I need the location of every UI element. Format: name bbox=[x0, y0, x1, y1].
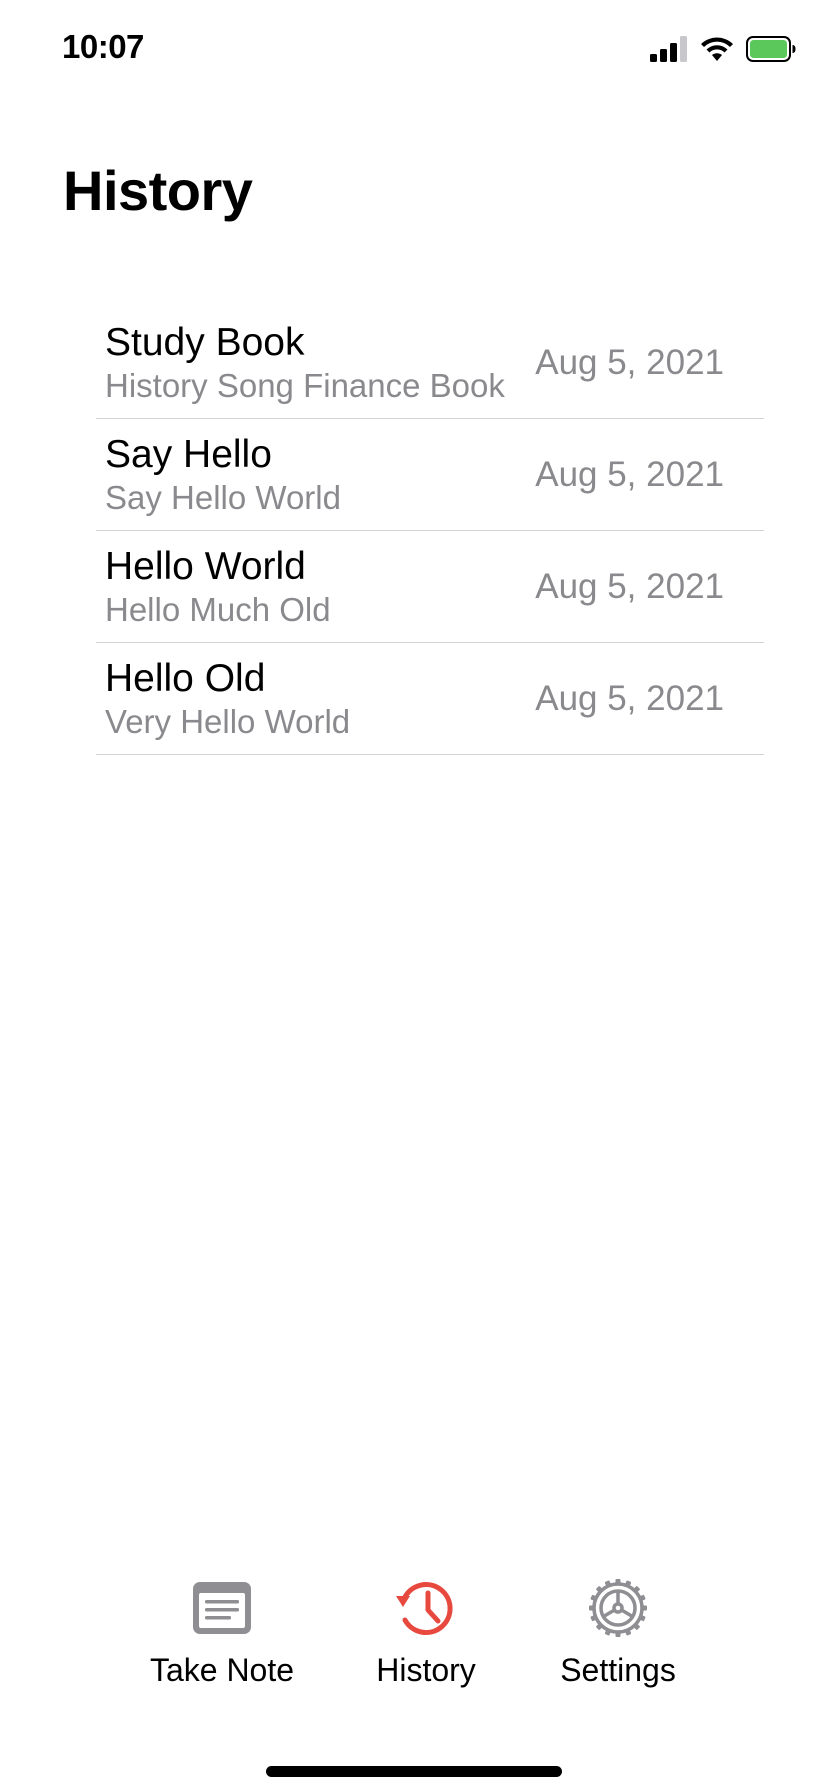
tab-label: Take Note bbox=[149, 1652, 295, 1688]
item-title: Say Hello bbox=[105, 433, 272, 476]
battery-icon bbox=[746, 35, 796, 67]
item-date: Aug 5, 2021 bbox=[535, 455, 724, 494]
app-screen: 10:07 History Study Book History Song Fi… bbox=[0, 0, 828, 1792]
gear-icon bbox=[586, 1576, 650, 1640]
list-item[interactable]: Hello Old Very Hello World Aug 5, 2021 bbox=[96, 643, 764, 755]
tab-history[interactable]: History bbox=[336, 1560, 516, 1700]
tab-take-note[interactable]: Take Note bbox=[132, 1560, 312, 1700]
item-date: Aug 5, 2021 bbox=[535, 343, 724, 382]
item-date: Aug 5, 2021 bbox=[535, 679, 724, 718]
tab-label: Settings bbox=[560, 1652, 676, 1688]
item-subtitle: Very Hello World bbox=[105, 703, 351, 740]
list-item[interactable]: Say Hello Say Hello World Aug 5, 2021 bbox=[96, 419, 764, 531]
history-clock-icon bbox=[394, 1576, 458, 1640]
history-list: Study Book History Song Finance Book Aug… bbox=[96, 307, 764, 755]
status-bar: 10:07 bbox=[0, 0, 828, 100]
tab-label: History bbox=[376, 1652, 476, 1688]
list-item[interactable]: Hello World Hello Much Old Aug 5, 2021 bbox=[96, 531, 764, 643]
wifi-icon bbox=[700, 36, 734, 67]
page-title: History bbox=[63, 159, 253, 222]
home-indicator bbox=[266, 1766, 562, 1777]
item-date: Aug 5, 2021 bbox=[535, 567, 724, 606]
item-subtitle: Say Hello World bbox=[105, 479, 341, 516]
list-item[interactable]: Study Book History Song Finance Book Aug… bbox=[96, 307, 764, 419]
tab-bar: Take Note History Settings bbox=[0, 1560, 828, 1710]
item-title: Study Book bbox=[105, 321, 305, 364]
item-subtitle: History Song Finance Book bbox=[105, 367, 505, 404]
item-subtitle: Hello Much Old bbox=[105, 591, 331, 628]
item-title: Hello Old bbox=[105, 657, 266, 700]
note-icon bbox=[190, 1576, 254, 1640]
status-icons bbox=[650, 35, 796, 67]
tab-settings[interactable]: Settings bbox=[528, 1560, 708, 1700]
status-time: 10:07 bbox=[62, 28, 144, 65]
cellular-signal-icon bbox=[650, 35, 688, 67]
item-title: Hello World bbox=[105, 545, 306, 588]
